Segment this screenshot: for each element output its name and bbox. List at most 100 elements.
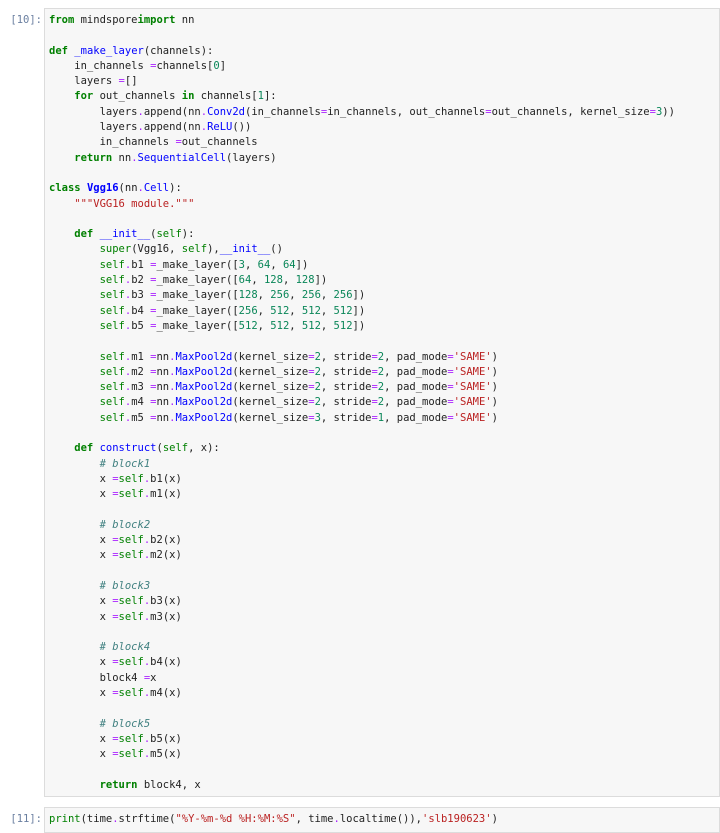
code-token: ): [181, 228, 195, 241]
code-token: 128 [263, 274, 283, 287]
code-content[interactable]: print(time.strftime("%Y-%m-%d %H:%M:%S",… [45, 808, 719, 827]
code-token: self [118, 472, 144, 485]
code-token: x [49, 595, 113, 608]
code-token: ) [491, 381, 498, 394]
code-token: append(nn [143, 105, 201, 118]
code-token: ]) [352, 304, 366, 317]
code-line: return block4, x [49, 778, 719, 793]
code-token: Vgg16 [86, 182, 119, 195]
code-line: from mindsporeimport nn [49, 13, 719, 28]
code-token: 64 [238, 274, 252, 287]
code-token: in_channels [49, 59, 151, 72]
code-token: , [320, 319, 334, 332]
code-token: # block2 [49, 518, 151, 531]
code-token: SequentialCell [137, 151, 227, 164]
code-token: return [49, 778, 144, 791]
code-token: , [289, 304, 302, 317]
code-token: , [289, 319, 302, 332]
code-token: layers [49, 105, 138, 118]
code-token: , pad_mode [384, 365, 448, 378]
code-token: 128 [295, 274, 315, 287]
code-token: , stride [320, 365, 372, 378]
code-token: m3 [131, 381, 151, 394]
code-token: Conv2d [207, 105, 246, 118]
code-token: def [49, 44, 75, 57]
code-token: 256 [333, 289, 353, 302]
code-token: self [118, 595, 144, 608]
code-token: , [282, 274, 296, 287]
code-token: m5(x) [150, 748, 182, 761]
code-line: def construct(self, x): [49, 441, 719, 456]
code-token: nn [156, 381, 170, 394]
code-token: m1(x) [150, 488, 182, 501]
code-line: # block2 [49, 518, 719, 533]
code-token: )) [662, 105, 675, 118]
code-line: layers =[] [49, 74, 719, 89]
code-token: "%Y-%m-%d %H:%M:%S" [175, 813, 296, 825]
code-token: __init__ [219, 243, 271, 256]
code-token: strftime( [118, 813, 176, 825]
code-line: """VGG16 module.""" [49, 197, 719, 212]
code-token: _make_layer([ [156, 289, 239, 302]
code-token: , x): [188, 442, 220, 455]
code-token: MaxPool2d [175, 381, 233, 394]
code-token: self [49, 350, 125, 363]
code-token: self [49, 289, 125, 302]
code-token: localtime()), [339, 813, 423, 825]
code-token: # block3 [49, 579, 151, 592]
code-token: (kernel_size [232, 365, 309, 378]
code-token: self [118, 732, 144, 745]
code-line: in_channels =channels[0] [49, 59, 719, 74]
code-editor[interactable]: from mindsporeimport nn def _make_layer(… [44, 8, 720, 797]
code-line: x =self.b3(x) [49, 594, 719, 609]
code-line: # block3 [49, 579, 719, 594]
code-token: x [49, 748, 113, 761]
code-token: print [49, 813, 81, 825]
code-token: m2 [131, 365, 151, 378]
code-token: (time [80, 813, 113, 825]
code-token: x [49, 656, 113, 669]
code-token: # block5 [49, 717, 151, 730]
code-token: ]) [352, 319, 366, 332]
code-line: in_channels =out_channels [49, 135, 719, 150]
code-token: ): [169, 182, 182, 195]
code-token: nn [156, 411, 170, 424]
code-line: # block4 [49, 640, 719, 655]
code-line: block4 =x [49, 671, 719, 686]
code-token: ]: [263, 90, 277, 103]
code-token: for [49, 90, 100, 103]
code-line: self.b2 =_make_layer([64, 128, 128]) [49, 273, 719, 288]
code-token: ) [491, 813, 498, 825]
code-token: 512 [301, 304, 321, 317]
code-token: (channels): [143, 44, 214, 57]
code-token: __init__ [99, 228, 151, 241]
code-token: m5 [131, 411, 151, 424]
code-editor[interactable]: print(time.strftime("%Y-%m-%d %H:%M:%S",… [44, 807, 720, 833]
code-line: print(time.strftime("%Y-%m-%d %H:%M:%S",… [49, 812, 719, 827]
code-token: ) [491, 411, 498, 424]
code-line: self.m4 =nn.MaxPool2d(kernel_size=2, str… [49, 395, 719, 410]
code-token: import [137, 14, 182, 26]
code-token: channels[ [200, 90, 258, 103]
code-token: ReLU [207, 121, 233, 134]
code-content[interactable]: from mindsporeimport nn def _make_layer(… [45, 9, 719, 793]
code-token: ]) [314, 274, 328, 287]
code-token: , time [295, 813, 334, 825]
code-token: 512 [333, 304, 353, 317]
code-token: , [251, 274, 264, 287]
code-token: 512 [270, 304, 290, 317]
code-line: x =self.b4(x) [49, 655, 719, 670]
code-token: [] [124, 75, 138, 88]
code-token: (Vgg16, [131, 243, 182, 256]
code-token: , pad_mode [384, 396, 448, 409]
code-token: self [49, 258, 125, 271]
code-token: 256 [301, 289, 321, 302]
code-line: # block5 [49, 717, 719, 732]
